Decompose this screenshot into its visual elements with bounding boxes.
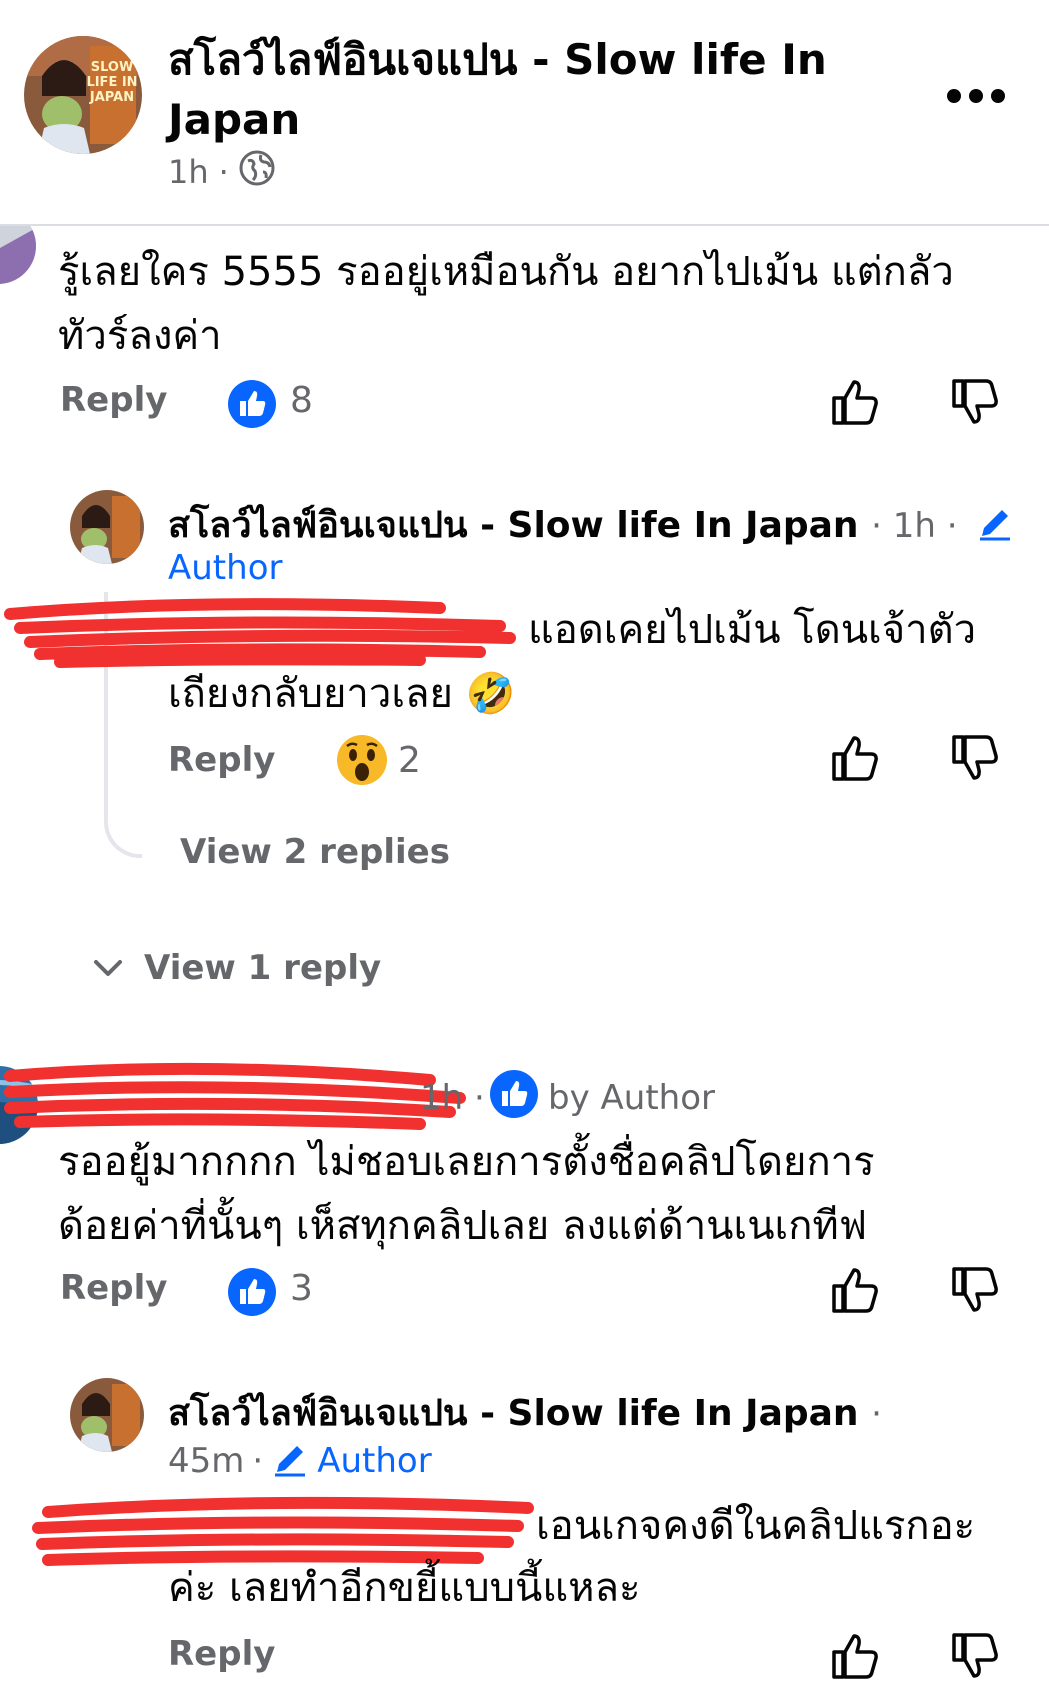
reply-button[interactable]: Reply xyxy=(60,1268,167,1308)
reaction-count: 2 xyxy=(398,740,421,781)
reply-button[interactable]: Reply xyxy=(60,380,167,420)
thumbs-up-icon[interactable] xyxy=(830,376,882,428)
comment-time: 1h · xyxy=(420,1078,485,1118)
reply-time: · 1h · xyxy=(871,506,958,546)
like-reaction-icon[interactable] xyxy=(228,380,276,428)
page-name[interactable]: สโลว์ไลฟ์อินเจแปน - Slow life In Japan xyxy=(168,30,828,150)
chevron-down-icon[interactable] xyxy=(92,956,124,980)
thumbs-down-icon[interactable] xyxy=(950,1264,1002,1316)
post-time[interactable]: 1h xyxy=(168,153,209,191)
meta-dot: · xyxy=(871,1394,882,1434)
view-reply-link[interactable]: View 1 reply xyxy=(144,948,381,988)
meta-dot: · xyxy=(252,1441,264,1481)
globe-icon xyxy=(239,150,275,194)
redaction-scribble xyxy=(4,598,516,668)
like-reaction-icon xyxy=(490,1070,538,1118)
thumbs-up-icon[interactable] xyxy=(830,1264,882,1316)
reply-author-line: สโลว์ไลฟ์อินเจแปน - Slow life In Japan · xyxy=(168,1384,882,1441)
comment-text-line1: รออยู้มากกกก ไม่ชอบเลยการตั้งชื่อคลิปโดย… xyxy=(58,1139,875,1185)
reply-author-name[interactable]: สโลว์ไลฟ์อินเจแปน - Slow life In Japan xyxy=(168,505,859,546)
comment-text-line2: ด้อยค่าที่นั้นๆ เห็สทุกคลิปเลย ลงแต่ด้าน… xyxy=(58,1203,868,1249)
thumbs-up-icon[interactable] xyxy=(830,732,882,784)
thumbs-down-icon[interactable] xyxy=(950,732,1002,784)
pencil-icon xyxy=(976,504,1014,551)
like-reaction-icon[interactable] xyxy=(228,1268,276,1316)
reply-button[interactable]: Reply xyxy=(168,1634,275,1674)
comment-text: รู้เลยใคร 5555 รออยู่เหมือนกัน อยากไปเม้… xyxy=(58,249,954,359)
redaction-scribble xyxy=(4,1062,466,1130)
author-badge: Author xyxy=(317,1441,432,1481)
pencil-icon xyxy=(271,1440,309,1482)
view-replies-link[interactable]: View 2 replies xyxy=(180,832,450,872)
reply-meta: 45m · Author xyxy=(168,1440,432,1482)
reply-author-line: สโลว์ไลฟ์อินเจแปน - Slow life In Japan ·… xyxy=(168,496,1014,553)
reply-text-line2: ค่ะ เลยทำอีกขยี้แบบนี้แหละ xyxy=(168,1565,641,1611)
reply-time: 45m xyxy=(168,1441,245,1481)
reply-author-name[interactable]: สโลว์ไลฟ์อินเจแปน - Slow life In Japan xyxy=(168,1393,859,1434)
post-header: SLOW LIFE IN JAPAN สโลว์ไลฟ์อินเจแปน - S… xyxy=(0,0,1049,226)
liked-by-author: by Author xyxy=(548,1078,715,1118)
avatar-overlay-text: SLOW LIFE IN JAPAN xyxy=(86,60,138,105)
more-options-icon[interactable] xyxy=(947,78,1005,114)
meta-dot: · xyxy=(218,153,229,191)
reaction-count: 8 xyxy=(290,380,313,421)
reaction-count: 3 xyxy=(290,1268,313,1309)
post-meta: 1h · xyxy=(168,150,275,194)
thumbs-down-icon[interactable] xyxy=(950,1630,1002,1682)
reply-button[interactable]: Reply xyxy=(168,740,275,780)
author-badge: Author xyxy=(168,548,283,588)
author-avatar[interactable] xyxy=(70,490,144,564)
reply-text-line1: เอนเกจคงดีในคลิปแรกอะ xyxy=(536,1503,976,1549)
thumbs-up-icon[interactable] xyxy=(830,1630,882,1682)
thumbs-down-icon[interactable] xyxy=(950,376,1002,428)
author-avatar[interactable] xyxy=(70,1378,144,1452)
wow-reaction-icon[interactable] xyxy=(336,734,388,786)
